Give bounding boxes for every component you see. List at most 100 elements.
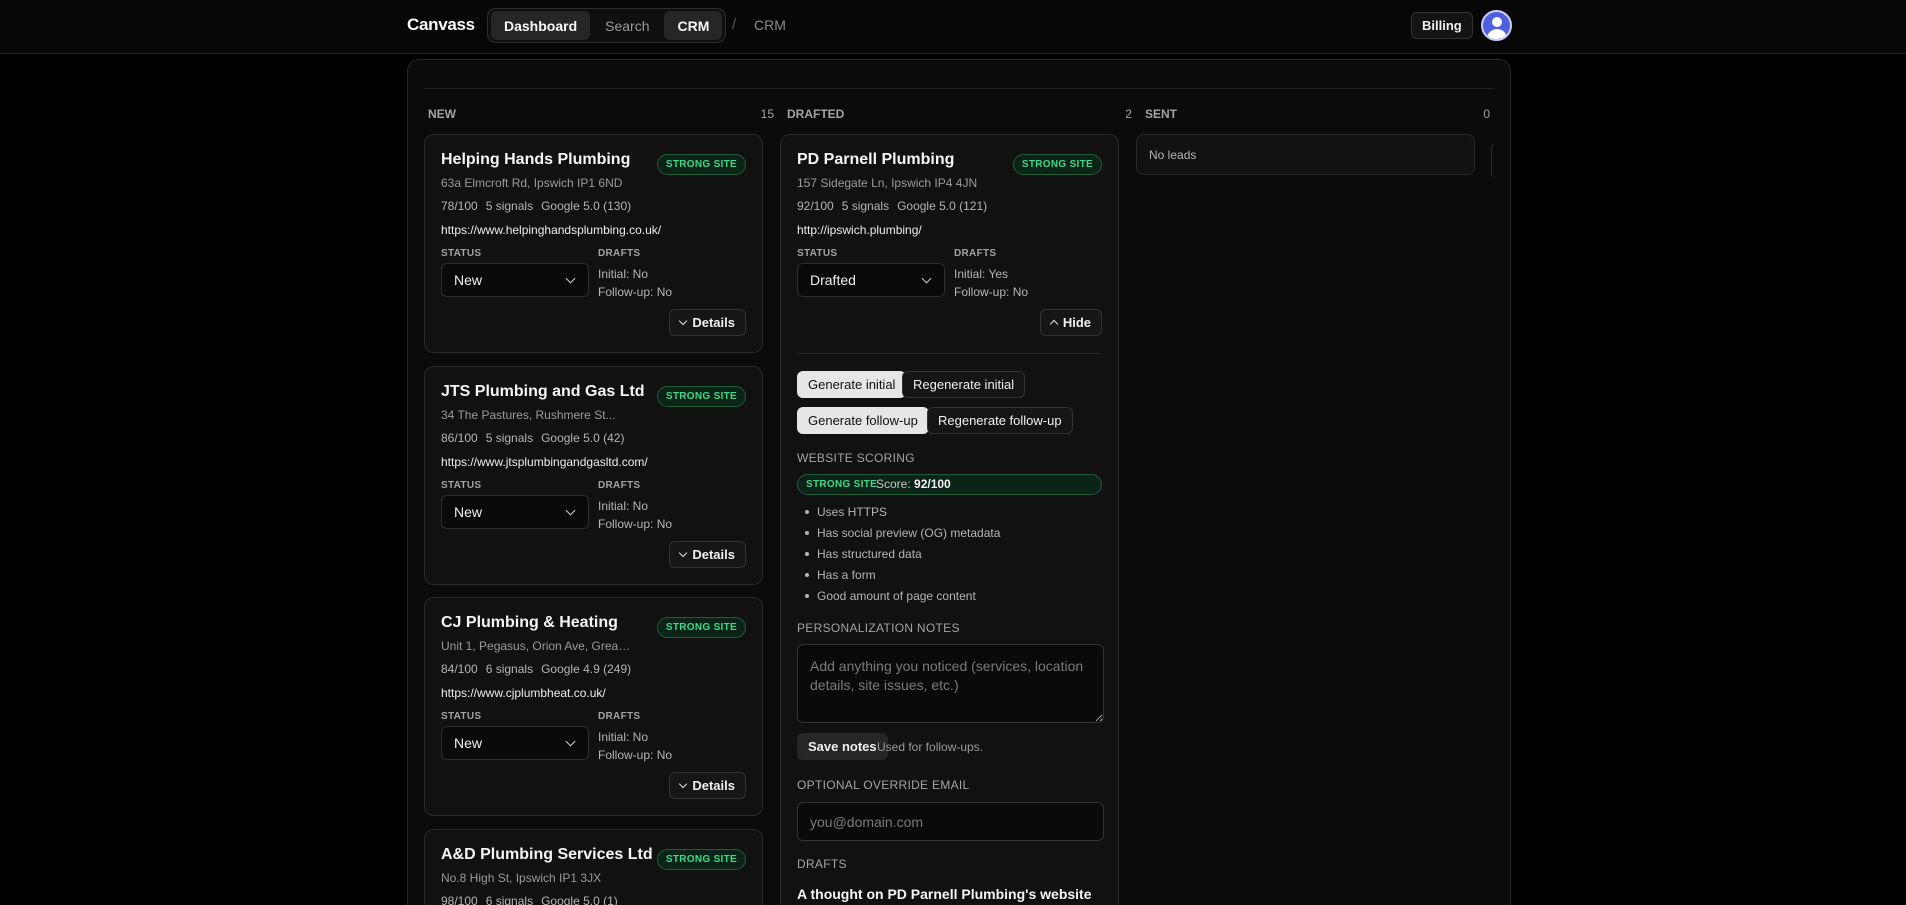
drafts-label: DRAFTS	[598, 480, 641, 491]
column-header-sent: SENT 0	[1145, 107, 1490, 121]
top-bar: Canvass Dashboard Search CRM / CRM Billi…	[0, 0, 1906, 54]
score-prefix: Score:	[876, 477, 911, 491]
tab-crm[interactable]: CRM	[664, 11, 723, 40]
drafts-initial: Initial: Yes	[954, 267, 1009, 281]
details-button[interactable]: Details	[669, 309, 746, 336]
details-button[interactable]: Details	[669, 772, 746, 799]
override-email-input[interactable]	[797, 802, 1104, 841]
list-item: Uses HTTPS	[797, 501, 1000, 522]
lead-card[interactable]: A&D Plumbing Services Ltd STRONG SITE No…	[424, 829, 763, 905]
tab-dashboard[interactable]: Dashboard	[491, 11, 591, 40]
chevron-up-icon	[1049, 319, 1059, 329]
save-notes-button[interactable]: Save notes	[797, 733, 888, 760]
drafts-initial: Initial: No	[598, 499, 649, 513]
lead-signals: 5 signals	[485, 199, 534, 213]
regenerate-followup-button[interactable]: Regenerate follow-up	[927, 407, 1073, 434]
lead-url[interactable]: https://www.jtsplumbingandgasltd.com/	[441, 455, 648, 469]
column-header-new: NEW 15	[428, 107, 774, 121]
lead-card[interactable]: JTS Plumbing and Gas Ltd STRONG SITE 34 …	[424, 366, 763, 585]
score-value: 92/100	[914, 477, 951, 491]
lead-url[interactable]: http://ipswich.plumbing/	[797, 223, 922, 237]
status-value: New	[454, 735, 483, 751]
next-column-edge	[1491, 144, 1494, 177]
column-count: 0	[1483, 107, 1490, 121]
section-divider	[797, 353, 1102, 354]
column-title: DRAFTED	[787, 107, 845, 121]
lead-score: 84/100	[441, 662, 478, 676]
status-value: Drafted	[810, 272, 856, 288]
column-title: SENT	[1145, 107, 1178, 121]
status-select[interactable]: Drafted	[797, 263, 945, 297]
breadcrumb: CRM	[754, 17, 786, 33]
status-value: New	[454, 272, 483, 288]
personalization-notes-input[interactable]	[797, 644, 1104, 723]
status-label: STATUS	[797, 248, 838, 259]
lead-url[interactable]: https://www.helpinghandsplumbing.co.uk/	[441, 223, 661, 237]
lead-google-rating: Google 5.0 (130)	[541, 199, 632, 213]
lead-google-rating: Google 4.9 (249)	[541, 662, 632, 676]
tab-search[interactable]: Search	[592, 11, 662, 40]
lead-meta: 92/100 5 signals Google 5.0 (121)	[797, 199, 987, 213]
drafts-followup: Follow-up: No	[598, 517, 673, 531]
draft-subject[interactable]: A thought on PD Parnell Plumbing's websi…	[797, 886, 1092, 902]
signal-text: Uses HTTPS	[817, 504, 888, 519]
status-badge: STRONG SITE	[656, 386, 746, 407]
status-select[interactable]: New	[441, 495, 589, 529]
lead-signals: 6 signals	[485, 662, 534, 676]
lead-url[interactable]: https://www.cjplumbheat.co.uk/	[441, 686, 606, 700]
score-readout: Score: 92/100	[876, 477, 951, 491]
lead-score: 92/100	[797, 199, 834, 213]
lead-card-expanded[interactable]: PD Parnell Plumbing STRONG SITE 157 Side…	[780, 134, 1119, 905]
lead-score: 98/100	[441, 894, 478, 905]
hide-label: Hide	[1062, 315, 1091, 330]
drafts-label: DRAFTS	[598, 248, 641, 259]
signal-list: Uses HTTPS Has social preview (OG) metad…	[797, 501, 1000, 606]
column-count: 2	[1125, 107, 1132, 121]
lead-address: 63a Elmcroft Rd, Ipswich IP1 6ND	[441, 176, 623, 190]
generate-initial-button[interactable]: Generate initial	[797, 371, 907, 398]
drafts-followup: Follow-up: No	[598, 285, 673, 299]
lead-address: 34 The Pastures, Rushmere St...	[441, 408, 616, 422]
lead-score: 78/100	[441, 199, 478, 213]
brand-logo[interactable]: Canvass	[407, 15, 475, 35]
signal-text: Has a form	[817, 567, 876, 582]
nav-tabs: Dashboard Search CRM	[487, 8, 727, 43]
lead-name: PD Parnell Plumbing	[797, 151, 955, 168]
drafts-section-label: DRAFTS	[797, 857, 847, 871]
chevron-down-icon	[565, 505, 576, 516]
drafts-initial: Initial: No	[598, 730, 649, 744]
list-item: Has a form	[797, 564, 1000, 585]
chevron-down-icon	[679, 316, 688, 326]
list-item: Good amount of page content	[797, 585, 1000, 606]
status-badge: STRONG SITE	[656, 849, 746, 870]
status-label: STATUS	[441, 480, 482, 491]
drafts-label: DRAFTS	[954, 248, 997, 259]
lead-signals: 5 signals	[841, 199, 890, 213]
status-select[interactable]: New	[441, 263, 589, 297]
avatar[interactable]	[1481, 10, 1512, 41]
lead-meta: 98/100 6 signals Google 5.0 (1)	[441, 894, 618, 905]
chevron-down-icon	[565, 273, 576, 284]
billing-button[interactable]: Billing	[1411, 12, 1473, 39]
hide-button[interactable]: Hide	[1039, 309, 1102, 336]
chevron-down-icon	[565, 736, 576, 747]
empty-state: No leads	[1136, 134, 1475, 175]
lead-card[interactable]: Helping Hands Plumbing STRONG SITE 63a E…	[424, 134, 763, 353]
user-icon-body	[1487, 29, 1507, 39]
lead-name: CJ Plumbing & Heating	[441, 614, 618, 631]
lead-meta: 84/100 6 signals Google 4.9 (249)	[441, 662, 631, 676]
drafts-followup: Follow-up: No	[598, 748, 673, 762]
lead-address: Unit 1, Pegasus, Orion Ave, Great...	[441, 639, 631, 653]
bullet-icon	[805, 572, 809, 577]
board-divider	[424, 88, 1494, 89]
status-select[interactable]: New	[441, 726, 589, 760]
lead-google-rating: Google 5.0 (42)	[541, 431, 625, 445]
lead-name: JTS Plumbing and Gas Ltd	[441, 383, 645, 400]
regenerate-initial-button[interactable]: Regenerate initial	[902, 371, 1026, 398]
bullet-icon	[805, 509, 809, 514]
lead-card[interactable]: CJ Plumbing & Heating STRONG SITE Unit 1…	[424, 597, 763, 816]
details-button[interactable]: Details	[669, 541, 746, 568]
lead-signals: 5 signals	[485, 431, 534, 445]
generate-followup-button[interactable]: Generate follow-up	[797, 407, 929, 434]
lead-signals: 6 signals	[485, 894, 534, 905]
